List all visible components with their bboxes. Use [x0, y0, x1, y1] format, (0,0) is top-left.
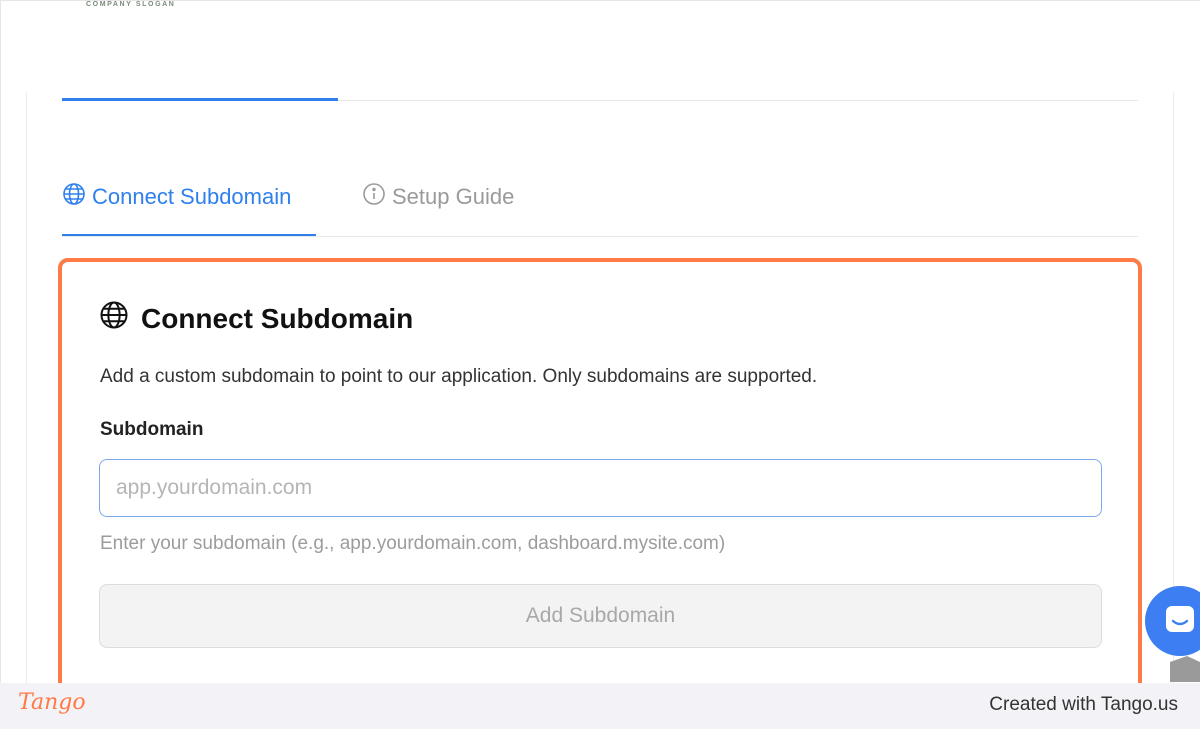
globe-icon [62, 182, 86, 212]
tabs-divider [62, 236, 1138, 237]
section-description: Add a custom subdomain to point to our a… [100, 366, 818, 387]
tab-connect-subdomain[interactable]: Connect Subdomain [62, 182, 291, 212]
company-slogan: COMPANY SLOGAN [86, 1, 176, 8]
tab-label: Setup Guide [392, 184, 515, 209]
top-tab-indicator [62, 98, 338, 101]
subdomain-input[interactable] [99, 459, 1102, 517]
feedback-flag-icon[interactable] [1167, 652, 1200, 682]
subdomain-label: Subdomain [100, 419, 204, 440]
tab-label: Connect Subdomain [92, 184, 292, 209]
add-subdomain-button[interactable]: Add Subdomain [99, 584, 1102, 648]
tango-logo: Tango [18, 690, 86, 715]
tab-bar: Connect Subdomain Setup Guide [62, 170, 1138, 237]
tab-setup-guide[interactable]: Setup Guide [362, 182, 514, 212]
subdomain-hint: Enter your subdomain (e.g., app.yourdoma… [100, 533, 726, 554]
chat-icon [1162, 601, 1198, 642]
created-with-text: Created with Tango.us [989, 694, 1178, 715]
globe-icon [99, 300, 129, 337]
section-title: Connect Subdomain [99, 300, 413, 337]
section-title-text: Connect Subdomain [141, 302, 414, 334]
info-icon [362, 182, 386, 212]
